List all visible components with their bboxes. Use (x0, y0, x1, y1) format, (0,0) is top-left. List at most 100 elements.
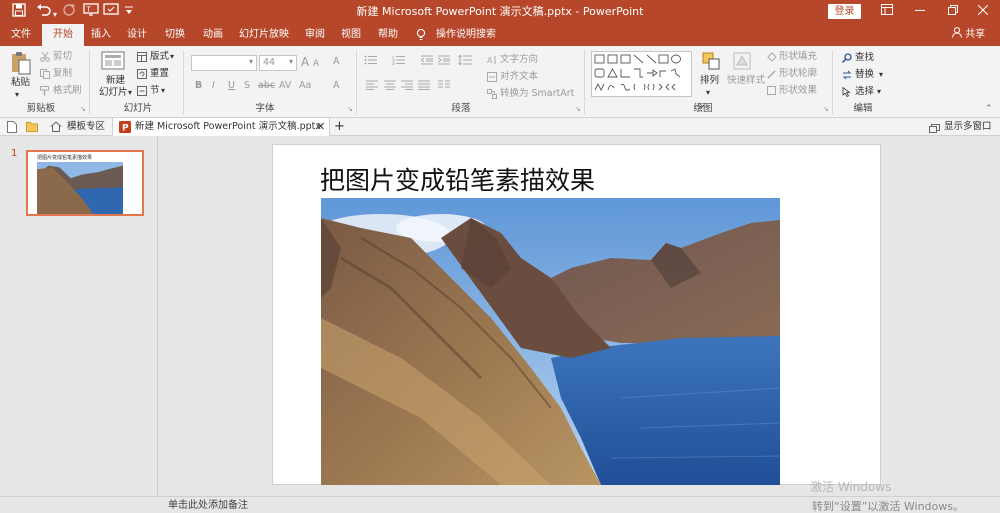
dialog-launcher-icon[interactable]: ↘ (823, 102, 829, 116)
format-painter-label[interactable]: 格式刷 (53, 84, 82, 98)
justify-icon[interactable] (418, 80, 430, 93)
arrange-dropdown-icon[interactable]: ▾ (706, 86, 710, 100)
strikethrough-button[interactable]: abc (258, 79, 275, 93)
section-icon[interactable] (137, 86, 147, 99)
shape-outline-icon[interactable] (767, 69, 777, 82)
replace-icon[interactable] (842, 70, 852, 83)
new-slide-label-2[interactable]: 幻灯片 (99, 86, 128, 100)
slide-thumbnail[interactable]: 把图片变成铅笔素描效果 (26, 150, 144, 216)
numbering-icon[interactable] (392, 55, 406, 68)
minimize-icon[interactable] (905, 3, 935, 21)
quick-styles-icon[interactable] (733, 52, 751, 73)
template-zone-tab[interactable]: 模板专区 (67, 118, 105, 136)
new-slide-icon[interactable] (101, 50, 127, 75)
undo-dropdown-icon[interactable]: ▾ (53, 6, 57, 24)
change-case-button[interactable]: Aa (299, 79, 311, 93)
cut-label[interactable]: 剪切 (53, 50, 72, 64)
align-center-icon[interactable] (384, 80, 396, 93)
tab-view[interactable]: 视图 (334, 24, 368, 46)
font-name-combo[interactable] (191, 55, 257, 71)
tab-design[interactable]: 设计 (118, 24, 156, 46)
section-label[interactable]: 节 (150, 84, 160, 98)
start-from-beginning-icon[interactable]: T (83, 3, 99, 23)
landscape-photo[interactable] (321, 198, 780, 485)
cut-icon[interactable] (40, 51, 50, 65)
italic-button[interactable]: I (212, 79, 215, 93)
collapse-ribbon-icon[interactable]: ⌃ (985, 102, 993, 116)
presentation-icon[interactable] (103, 3, 119, 23)
select-dropdown-icon[interactable]: ▾ (877, 85, 881, 99)
quick-styles-label[interactable]: 快速样式 (727, 74, 765, 88)
shape-fill-label[interactable]: 形状填充 (779, 50, 817, 64)
show-multi-window[interactable]: 显示多窗口 (944, 118, 992, 136)
char-spacing-button[interactable]: AV (279, 79, 291, 93)
shapes-gallery[interactable] (591, 51, 692, 97)
underline-button[interactable]: U (228, 79, 235, 93)
save-icon[interactable] (12, 3, 26, 23)
decrease-font-size-icon[interactable]: A (313, 57, 319, 71)
replace-label[interactable]: 替换 (855, 68, 874, 82)
font-size-dropdown-icon[interactable]: ▾ (289, 55, 293, 69)
clear-formatting-icon[interactable]: A (333, 55, 340, 69)
slide-title[interactable]: 把图片变成铅笔素描效果 (320, 165, 595, 197)
select-label[interactable]: 选择 (855, 85, 874, 99)
tab-home[interactable]: 开始 (42, 24, 84, 46)
align-right-icon[interactable] (401, 80, 413, 93)
align-text-icon[interactable] (487, 72, 497, 85)
paste-dropdown-icon[interactable]: ▾ (15, 88, 19, 102)
bullets-icon[interactable] (364, 55, 378, 68)
customize-quick-access-icon[interactable] (124, 3, 134, 23)
undo-icon[interactable] (36, 3, 52, 23)
shape-outline-label[interactable]: 形状轮廓 (779, 67, 817, 81)
columns-icon[interactable] (438, 80, 450, 93)
select-icon[interactable] (842, 86, 852, 100)
paste-icon[interactable] (9, 50, 33, 79)
tab-animations[interactable]: 动画 (194, 24, 232, 46)
notes-placeholder[interactable]: 单击此处添加备注 (168, 499, 248, 512)
smartart-icon[interactable] (487, 89, 497, 102)
tab-slideshow[interactable]: 幻灯片放映 (232, 24, 296, 46)
paste-label[interactable]: 粘贴 (11, 76, 30, 90)
decrease-indent-icon[interactable] (420, 55, 433, 68)
find-icon[interactable] (841, 53, 852, 66)
bold-button[interactable]: B (195, 79, 202, 93)
copy-label[interactable]: 复制 (53, 67, 72, 81)
text-direction-icon[interactable]: A (487, 55, 497, 68)
close-tab-icon[interactable]: ✕ (316, 118, 325, 136)
smartart-label[interactable]: 转换为 SmartArt (500, 87, 574, 101)
line-spacing-icon[interactable] (458, 54, 472, 68)
align-left-icon[interactable] (366, 80, 378, 93)
reset-icon[interactable] (137, 69, 147, 82)
ribbon-display-options-icon[interactable] (872, 3, 902, 21)
shape-effects-icon[interactable] (767, 86, 777, 99)
increase-indent-icon[interactable] (438, 55, 450, 68)
align-text-label[interactable]: 对齐文本 (500, 70, 538, 84)
share-button[interactable]: 共享 (952, 24, 985, 46)
shape-effects-label[interactable]: 形状效果 (779, 84, 817, 98)
tab-transitions[interactable]: 切换 (156, 24, 194, 46)
tab-insert[interactable]: 插入 (84, 24, 118, 46)
tab-file[interactable]: 文件 (0, 24, 42, 46)
tab-review[interactable]: 审阅 (296, 24, 334, 46)
document-tab[interactable]: P 新建 Microsoft PowerPoint 演示文稿.pptx ✕ (112, 118, 330, 136)
layout-icon[interactable] (137, 52, 147, 65)
format-painter-icon[interactable] (40, 86, 50, 99)
copy-icon[interactable] (40, 69, 50, 82)
find-label[interactable]: 查找 (855, 51, 874, 65)
login-button[interactable]: 登录 (828, 4, 861, 19)
tab-help[interactable]: 帮助 (368, 24, 408, 46)
font-name-dropdown-icon[interactable]: ▾ (249, 55, 253, 69)
shape-fill-icon[interactable] (767, 52, 777, 65)
layout-dropdown-icon[interactable]: ▾ (170, 50, 174, 64)
increase-font-size-icon[interactable]: A (301, 55, 309, 69)
shadow-button[interactable]: S (244, 79, 250, 93)
dialog-launcher-icon[interactable]: ↘ (80, 102, 86, 116)
replace-dropdown-icon[interactable]: ▾ (879, 68, 883, 82)
section-dropdown-icon[interactable]: ▾ (161, 84, 165, 98)
arrange-icon[interactable] (702, 52, 720, 73)
new-slide-dropdown-icon[interactable]: ▾ (128, 86, 132, 100)
text-direction-label[interactable]: 文字方向 (500, 53, 538, 67)
close-icon[interactable] (968, 3, 998, 21)
add-tab-icon[interactable]: + (334, 118, 345, 136)
redo-icon[interactable] (62, 3, 76, 23)
